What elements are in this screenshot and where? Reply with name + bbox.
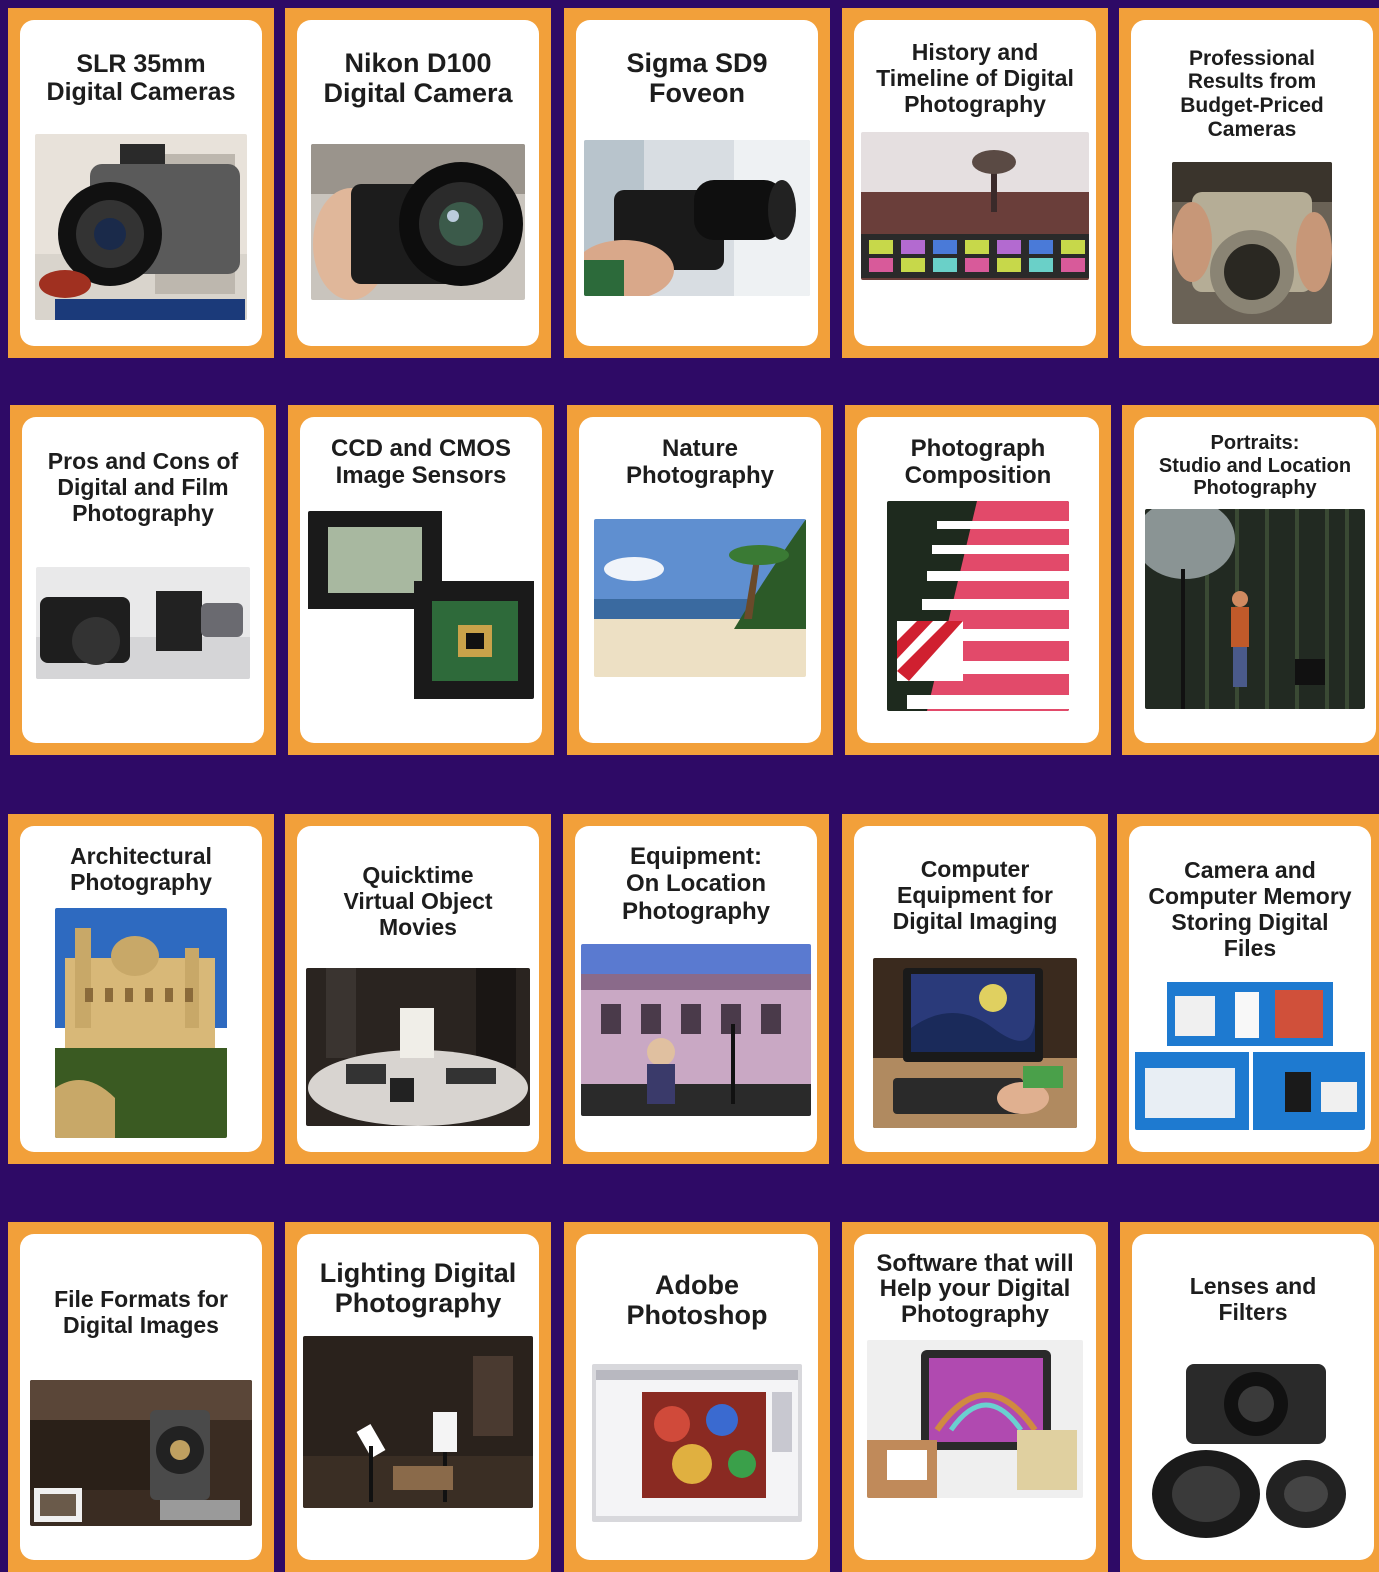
- studio-portrait-photo-icon: [1145, 509, 1365, 709]
- memory-drives-photo-icon: [1135, 982, 1365, 1130]
- tile-title: Photograph Composition: [904, 434, 1052, 489]
- tile-card: Professional Results from Budget-Priced …: [1131, 20, 1373, 346]
- tile-title: Lenses and Filters: [1189, 1273, 1317, 1325]
- beach-palms-photo-icon: [594, 519, 806, 677]
- tile-card: Lighting Digital Photography: [297, 1234, 539, 1560]
- tile-sensors[interactable]: CCD and CMOS Image Sensors: [288, 405, 554, 755]
- location-building-photo-icon: [581, 944, 811, 1116]
- cathedral-photo-icon: [55, 908, 227, 1138]
- tile-card: Software that will Help your Digital Pho…: [854, 1234, 1096, 1560]
- tile-card: Pros and Cons of Digital and Film Photog…: [22, 417, 264, 743]
- tile-lenses[interactable]: Lenses and Filters: [1120, 1222, 1379, 1572]
- tile-equipment[interactable]: Equipment: On Location Photography: [563, 814, 829, 1164]
- tile-title: Nikon D100 Digital Camera: [323, 47, 513, 109]
- tile-card: Photograph Composition: [857, 417, 1099, 743]
- tile-architectural[interactable]: Architectural Photography: [8, 814, 274, 1164]
- tile-card: Camera and Computer Memory Storing Digit…: [1129, 826, 1371, 1152]
- tile-card: File Formats for Digital Images: [20, 1234, 262, 1560]
- tile-nikon-d100[interactable]: Nikon D100 Digital Camera: [285, 8, 551, 358]
- nikon-camera-photo-icon: [311, 144, 525, 300]
- tile-title: Architectural Photography: [70, 843, 212, 895]
- computer-monitor-photo-icon: [873, 958, 1077, 1128]
- tile-card: Portraits: Studio and Location Photograp…: [1134, 417, 1376, 743]
- tile-portraits[interactable]: Portraits: Studio and Location Photograp…: [1122, 405, 1379, 755]
- lenses-filters-photo-icon: [1146, 1354, 1360, 1546]
- tile-title: Software that will Help your Digital Pho…: [876, 1250, 1074, 1328]
- tile-title: Adobe Photoshop: [626, 1269, 768, 1331]
- topic-grid: SLR 35mm Digital Cameras Nikon D100 Digi…: [0, 0, 1379, 1572]
- tile-card: SLR 35mm Digital Cameras: [20, 20, 262, 346]
- tile-title: File Formats for Digital Images: [54, 1286, 228, 1338]
- sigma-camera-photo-icon: [584, 140, 810, 296]
- tile-title: History and Timeline of Digital Photogra…: [876, 39, 1074, 117]
- tile-title: Equipment: On Location Photography: [622, 843, 770, 925]
- tile-nature[interactable]: Nature Photography: [567, 405, 833, 755]
- tile-card: Adobe Photoshop: [576, 1234, 818, 1560]
- tile-title: Camera and Computer Memory Storing Digit…: [1148, 857, 1352, 961]
- tile-card: Nikon D100 Digital Camera: [297, 20, 539, 346]
- tile-card: Equipment: On Location Photography: [575, 826, 817, 1152]
- tile-title: Portraits: Studio and Location Photograp…: [1158, 432, 1352, 500]
- tile-title: SLR 35mm Digital Cameras: [46, 49, 236, 106]
- tile-sigma-sd9[interactable]: Sigma SD9 Foveon: [564, 8, 830, 358]
- tile-card: Nature Photography: [579, 417, 821, 743]
- tile-card: Computer Equipment for Digital Imaging: [854, 826, 1096, 1152]
- tile-quicktime[interactable]: Quicktime Virtual Object Movies: [285, 814, 551, 1164]
- tile-computer[interactable]: Computer Equipment for Digital Imaging: [842, 814, 1108, 1164]
- tile-card: History and Timeline of Digital Photogra…: [854, 20, 1096, 346]
- tile-software[interactable]: Software that will Help your Digital Pho…: [842, 1222, 1108, 1572]
- tile-lighting[interactable]: Lighting Digital Photography: [285, 1222, 551, 1572]
- tile-title: Sigma SD9 Foveon: [626, 47, 768, 109]
- tile-photoshop[interactable]: Adobe Photoshop: [564, 1222, 830, 1572]
- tile-file-formats[interactable]: File Formats for Digital Images: [8, 1222, 274, 1572]
- tile-title: Professional Results from Budget-Priced …: [1180, 46, 1324, 141]
- tile-card: Quicktime Virtual Object Movies: [297, 826, 539, 1152]
- slr-camera-photo-icon: [35, 134, 247, 320]
- tile-card: Architectural Photography: [20, 826, 262, 1152]
- tile-title: Pros and Cons of Digital and Film Photog…: [47, 448, 239, 526]
- tile-composition[interactable]: Photograph Composition: [845, 405, 1111, 755]
- photoshop-screen-photo-icon: [592, 1364, 802, 1522]
- tile-slr-35mm[interactable]: SLR 35mm Digital Cameras: [8, 8, 274, 358]
- steam-train-photo-icon: [30, 1380, 252, 1526]
- tile-budget[interactable]: Professional Results from Budget-Priced …: [1119, 8, 1379, 358]
- tile-title: CCD and CMOS Image Sensors: [331, 434, 511, 489]
- tile-pros-cons[interactable]: Pros and Cons of Digital and Film Photog…: [10, 405, 276, 755]
- studio-lights-photo-icon: [303, 1336, 533, 1508]
- tile-history[interactable]: History and Timeline of Digital Photogra…: [842, 8, 1108, 358]
- landscape-film-strip-photo-icon: [861, 132, 1089, 280]
- tile-title: Nature Photography: [626, 434, 774, 489]
- tile-title: Computer Equipment for Digital Imaging: [892, 856, 1058, 934]
- tile-memory[interactable]: Camera and Computer Memory Storing Digit…: [1117, 814, 1379, 1164]
- tile-card: Lenses and Filters: [1132, 1234, 1374, 1560]
- tile-title: Quicktime Virtual Object Movies: [343, 862, 493, 940]
- tile-card: CCD and CMOS Image Sensors: [300, 417, 542, 743]
- software-monitor-photo-icon: [867, 1340, 1083, 1498]
- tile-card: Sigma SD9 Foveon: [576, 20, 818, 346]
- striped-stairs-photo-icon: [887, 501, 1069, 711]
- turntable-objects-photo-icon: [306, 968, 530, 1126]
- image-sensor-chip-photo-icon: [308, 511, 534, 699]
- compact-camera-photo-icon: [1172, 162, 1332, 324]
- tile-title: Lighting Digital Photography: [319, 1257, 517, 1319]
- film-and-digital-cameras-photo-icon: [36, 567, 250, 679]
